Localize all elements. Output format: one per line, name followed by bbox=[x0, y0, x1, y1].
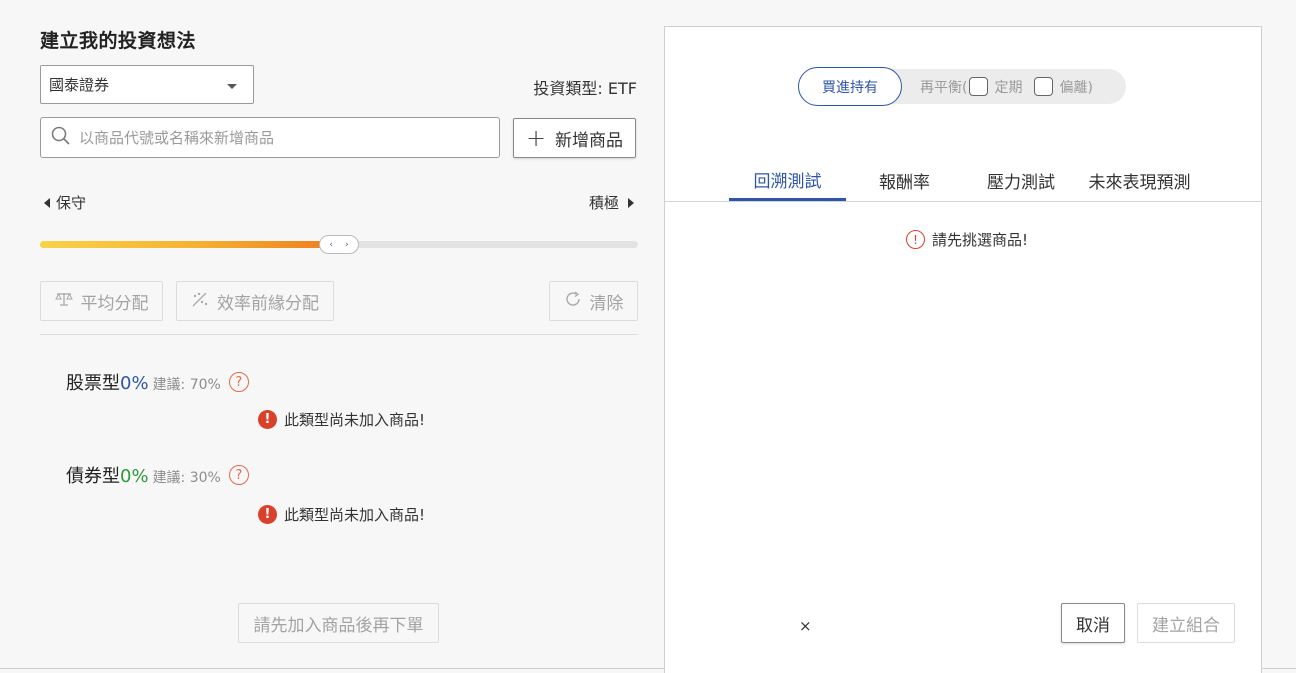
help-icon[interactable]: ? bbox=[228, 372, 249, 392]
alert-icon: ! bbox=[258, 505, 277, 524]
empty-state-message: ! 請先挑選商品! bbox=[906, 229, 1028, 250]
category-bond: 債券型 0% 建議: 30% ? bbox=[66, 462, 249, 488]
alert-icon: ! bbox=[906, 230, 925, 249]
product-search[interactable] bbox=[40, 117, 500, 158]
category-name: 債券型 bbox=[66, 466, 120, 487]
efficient-frontier-label: 效率前緣分配 bbox=[217, 293, 319, 314]
category-percent: 0% bbox=[120, 373, 149, 394]
help-icon[interactable]: ? bbox=[228, 465, 249, 485]
clear-button[interactable]: 清除 bbox=[549, 281, 638, 321]
category-suggestion: 建議: 30% bbox=[152, 470, 221, 486]
category-warning-text: 此類型尚未加入商品! bbox=[284, 506, 426, 524]
clear-label: 清除 bbox=[589, 293, 624, 314]
add-product-button[interactable]: + 新增商品 bbox=[513, 118, 636, 158]
risk-low-label: 保守 bbox=[44, 192, 86, 213]
divider bbox=[665, 201, 1261, 202]
fixed-period-label: 定期 bbox=[994, 79, 1023, 96]
risk-high-text: 積極 bbox=[588, 194, 619, 212]
place-order-button[interactable]: 請先加入商品後再下單 bbox=[238, 603, 439, 643]
cancel-button[interactable]: 取消 bbox=[1061, 603, 1125, 643]
equal-allocation-button[interactable]: 平均分配 bbox=[40, 281, 163, 321]
analysis-tabs: 回溯測試 報酬率 壓力測試 未來表現預測 bbox=[729, 160, 1200, 201]
category-warning-text: 此類型尚未加入商品! bbox=[284, 411, 426, 429]
search-icon bbox=[51, 126, 71, 150]
efficient-frontier-button[interactable]: 效率前緣分配 bbox=[176, 281, 334, 321]
buy-and-hold-option[interactable]: 買進持有 bbox=[798, 67, 902, 106]
risk-slider-fill bbox=[40, 241, 339, 248]
risk-slider[interactable]: ‹ › bbox=[40, 235, 638, 254]
risk-high-label: 積極 bbox=[589, 192, 634, 213]
refresh-icon bbox=[564, 290, 582, 313]
broker-select-value: 國泰證券 bbox=[49, 76, 110, 94]
category-name: 股票型 bbox=[66, 373, 120, 394]
add-product-label: 新增商品 bbox=[555, 130, 624, 151]
rebalance-option[interactable]: 再平衡( 定期 偏離) bbox=[920, 69, 1093, 104]
frontier-icon bbox=[191, 291, 209, 312]
chevron-down-icon bbox=[227, 84, 237, 89]
equal-allocation-label: 平均分配 bbox=[80, 293, 149, 314]
rebalance-label: 再平衡( bbox=[920, 79, 968, 96]
category-stock: 股票型 0% 建議: 70% ? bbox=[66, 369, 249, 395]
divider bbox=[40, 334, 638, 335]
page-title: 建立我的投資想法 bbox=[40, 30, 197, 52]
holding-mode-toggle: 買進持有 再平衡( 定期 偏離) bbox=[798, 67, 1126, 106]
chevron-right-icon: › bbox=[345, 239, 349, 250]
caret-left-icon bbox=[44, 197, 50, 208]
tab-backtest[interactable]: 回溯測試 bbox=[729, 160, 846, 201]
search-input[interactable] bbox=[79, 128, 459, 147]
create-portfolio-button[interactable]: 建立組合 bbox=[1137, 603, 1235, 643]
chevron-left-icon: ‹ bbox=[329, 239, 333, 250]
plus-icon: + bbox=[525, 124, 547, 152]
investment-type-label: 投資類型: ETF bbox=[533, 79, 637, 98]
risk-slider-handle[interactable]: ‹ › bbox=[319, 235, 359, 254]
category-suggestion: 建議: 70% bbox=[152, 377, 221, 393]
tab-return[interactable]: 報酬率 bbox=[846, 160, 963, 201]
close-icon[interactable]: × bbox=[799, 617, 812, 635]
category-percent: 0% bbox=[120, 466, 149, 487]
alert-icon: ! bbox=[258, 410, 277, 429]
category-warning: ! 此類型尚未加入商品! bbox=[258, 504, 425, 525]
balance-scale-icon bbox=[54, 291, 73, 312]
deviation-checkbox[interactable] bbox=[1034, 77, 1054, 96]
category-warning: ! 此類型尚未加入商品! bbox=[258, 409, 425, 430]
risk-low-text: 保守 bbox=[56, 194, 87, 212]
fixed-period-checkbox[interactable] bbox=[969, 77, 989, 96]
analysis-panel: 買進持有 再平衡( 定期 偏離) 回溯測試 報酬率 壓力測試 未來表現預測 ! … bbox=[664, 26, 1262, 673]
empty-state-text: 請先挑選商品! bbox=[932, 231, 1029, 249]
tab-stress-test[interactable]: 壓力測試 bbox=[963, 160, 1079, 201]
tab-forecast[interactable]: 未來表現預測 bbox=[1079, 160, 1200, 201]
deviation-label: 偏離) bbox=[1059, 79, 1093, 96]
broker-select[interactable]: 國泰證券 bbox=[40, 65, 254, 104]
caret-right-icon bbox=[628, 197, 634, 208]
